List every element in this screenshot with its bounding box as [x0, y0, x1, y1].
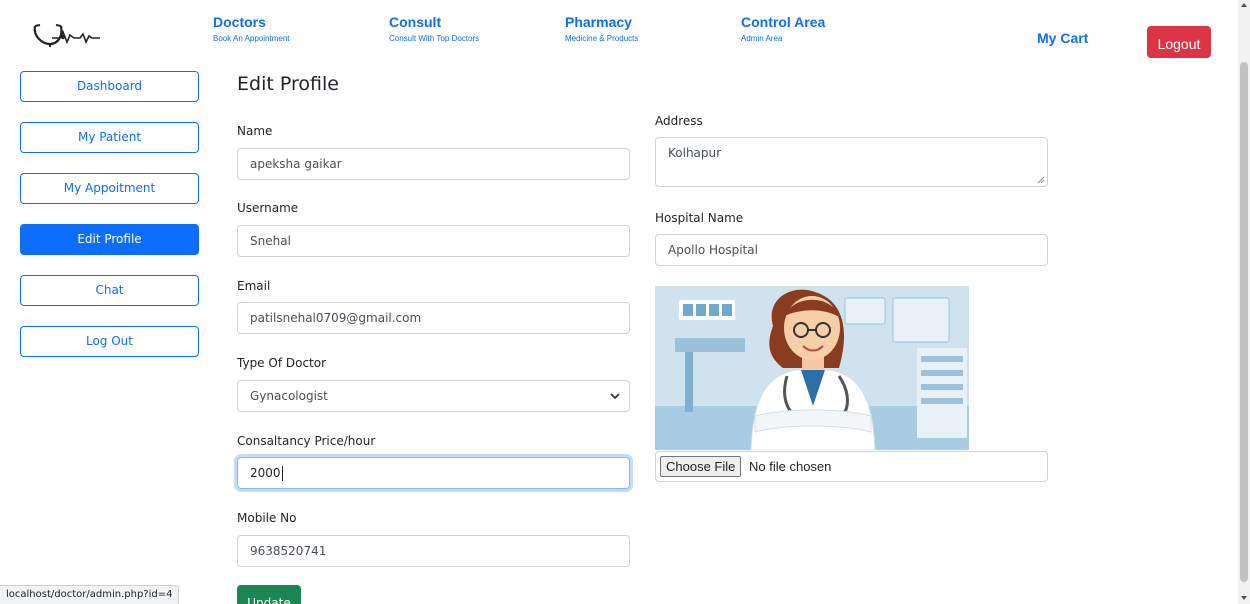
username-label: Username [237, 201, 299, 215]
mobile-input[interactable]: 9638520741 [237, 535, 630, 567]
browser-status-url: localhost/doctor/admin.php?id=4 [0, 585, 180, 604]
name-input[interactable]: apeksha gaikar [237, 148, 630, 180]
doctor-illustration-icon [655, 286, 969, 450]
price-input[interactable]: 2000 [237, 457, 630, 489]
photo-file-input[interactable]: Choose File No file chosen [655, 451, 1048, 482]
price-label: Consaltancy Price/hour [237, 434, 376, 448]
scroll-up-arrow-icon[interactable] [1241, 3, 1247, 7]
nav-consult-title: Consult [389, 14, 442, 30]
nav-control-area[interactable]: Control Area Admin Area [741, 14, 825, 43]
nav-consult-subtitle: Consult With Top Doctors [389, 34, 480, 43]
sidebar-item-edit-profile[interactable]: Edit Profile [20, 224, 199, 255]
text-caret [281, 466, 283, 481]
nav-consult[interactable]: Consult Consult With Top Doctors [389, 14, 479, 43]
logout-button[interactable]: Logout [1147, 26, 1211, 58]
sidebar-item-chat[interactable]: Chat [20, 275, 199, 306]
doctor-type-select[interactable]: Gynacologist [237, 380, 630, 412]
page-title: Edit Profile [237, 73, 339, 95]
hospital-input[interactable]: Apollo Hospital [655, 234, 1048, 266]
address-label: Address [655, 114, 703, 128]
scroll-down-arrow-icon[interactable] [1241, 596, 1247, 600]
price-value: 2000 [250, 466, 281, 480]
sidebar-item-dashboard[interactable]: Dashboard [20, 71, 199, 102]
sidebar-item-log-out[interactable]: Log Out [20, 326, 199, 357]
nav-doctors-title: Doctors [213, 14, 266, 30]
resize-grip-icon[interactable] [1037, 176, 1045, 184]
scrollbar-thumb[interactable] [1240, 62, 1248, 582]
update-button[interactable]: Update [237, 585, 301, 604]
username-input[interactable]: Snehal [237, 225, 630, 257]
nav-pharmacy-title: Pharmacy [565, 14, 632, 30]
email-input[interactable]: patilsnehal0709@gmail.com [237, 302, 630, 334]
file-status: No file chosen [749, 459, 832, 474]
mobile-label: Mobile No [237, 511, 297, 525]
doctor-type-selected-value: Gynacologist [250, 389, 328, 403]
doctor-type-label: Type Of Doctor [237, 356, 327, 370]
top-navbar: Doctors Book An Appointment Consult Cons… [0, 0, 1238, 68]
sidebar-item-my-patient[interactable]: My Patient [20, 122, 199, 153]
hospital-label: Hospital Name [655, 211, 744, 225]
nav-doctors[interactable]: Doctors Book An Appointment [213, 14, 290, 43]
address-textarea[interactable]: Kolhapur [655, 137, 1048, 187]
choose-file-button[interactable]: Choose File [660, 456, 742, 477]
name-label: Name [237, 124, 273, 138]
address-value: Kolhapur [668, 146, 722, 160]
page-scrollbar[interactable] [1238, 0, 1250, 604]
nav-control-area-title: Control Area [741, 14, 826, 30]
chevron-down-icon [610, 393, 620, 400]
nav-pharmacy-subtitle: Medicine & Products [565, 34, 639, 43]
nav-pharmacy[interactable]: Pharmacy Medicine & Products [565, 14, 638, 43]
sidebar-item-my-appointment[interactable]: My Appoitment [20, 173, 199, 204]
nav-doctors-subtitle: Book An Appointment [213, 34, 290, 43]
my-cart-link[interactable]: My Cart [1037, 30, 1088, 46]
email-label: Email [237, 279, 271, 293]
stethoscope-logo-icon[interactable] [30, 20, 160, 50]
nav-control-area-subtitle: Admin Area [741, 34, 783, 43]
